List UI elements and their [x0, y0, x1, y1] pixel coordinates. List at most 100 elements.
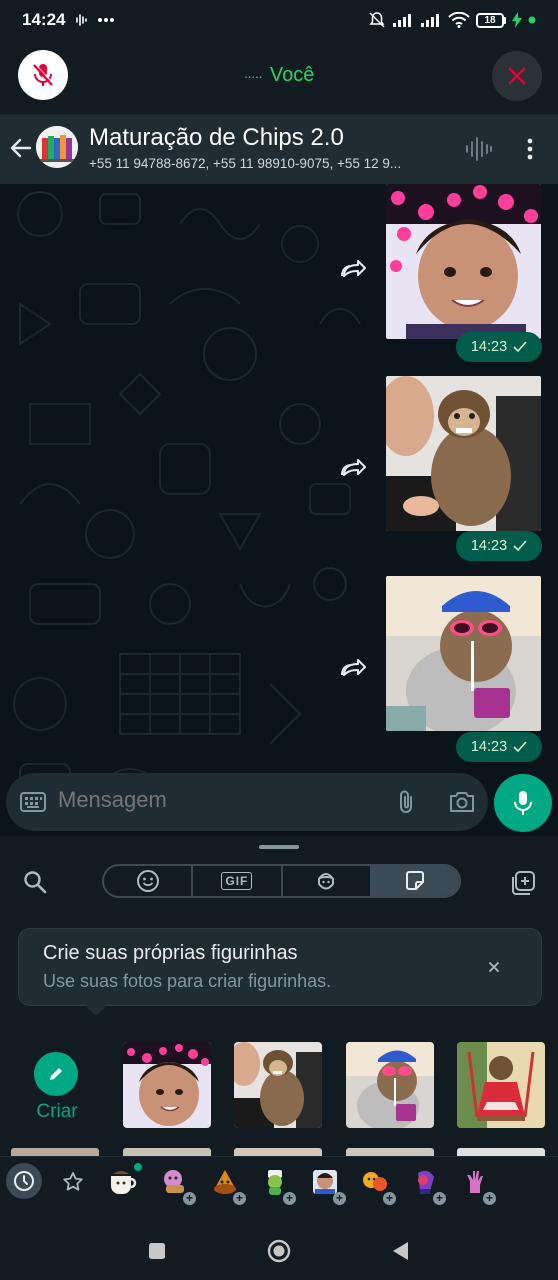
sticker-row2-item[interactable]	[457, 1148, 545, 1156]
group-members[interactable]: +55 11 94788-8672, +55 11 98910-9075, +5…	[89, 156, 449, 171]
message-time: 14:23	[470, 538, 508, 554]
sticker-message[interactable]	[386, 576, 541, 731]
girl-heart-crown-sticker	[386, 184, 541, 339]
sent-check-icon	[513, 741, 527, 753]
sent-check-icon	[513, 341, 527, 353]
message-composer	[6, 773, 488, 831]
tab-gif[interactable]: GIF	[193, 866, 283, 896]
sticker-pack-6[interactable]: +	[358, 1165, 396, 1205]
status-dot-icon	[528, 16, 536, 24]
paperclip-icon[interactable]	[394, 789, 418, 815]
close-icon	[507, 66, 527, 86]
charging-icon	[512, 12, 522, 28]
sticker-pack-4[interactable]: +	[258, 1165, 296, 1205]
recent-sticker[interactable]	[457, 1042, 545, 1128]
group-avatar[interactable]	[36, 126, 78, 168]
sticker-row2-item[interactable]	[123, 1148, 211, 1156]
battery-level: 18	[476, 12, 504, 28]
panel-tabs: GIF	[102, 864, 461, 898]
star-icon	[62, 1171, 84, 1193]
sticker-icon	[403, 869, 427, 893]
group-title[interactable]: Maturação de Chips 2.0	[89, 124, 344, 152]
ongoing-call-bar: ····· Você	[0, 40, 558, 114]
forward-icon[interactable]	[340, 457, 368, 479]
keyboard-icon[interactable]	[20, 792, 46, 812]
sticker-pack-5[interactable]: +	[308, 1165, 346, 1205]
add-pack-plus: +	[183, 1192, 196, 1205]
sticker-row2-item[interactable]	[346, 1148, 434, 1156]
add-pack-plus: +	[483, 1192, 496, 1205]
message-time: 14:23	[470, 739, 508, 755]
tip-pointer	[84, 1004, 108, 1016]
create-sticker-label[interactable]: Criar	[22, 1101, 92, 1123]
message-time-badge: 14:23	[456, 732, 542, 762]
recent-sticker[interactable]	[234, 1042, 322, 1128]
add-pack-plus: +	[283, 1192, 296, 1205]
add-pack-plus: +	[433, 1192, 446, 1205]
sticker-pack-7[interactable]: +	[408, 1165, 446, 1205]
battery-icon: 18	[476, 12, 506, 28]
system-navigation-bar	[0, 1220, 558, 1280]
voice-call-status-icon	[75, 13, 89, 27]
avatar-icon	[314, 869, 338, 893]
emoji-icon	[136, 869, 160, 893]
wifi-icon	[448, 12, 470, 28]
message-time-badge: 14:23	[456, 531, 542, 561]
tip-subtitle: Use suas fotos para criar figurinhas.	[43, 971, 332, 991]
message-time-badge: 14:23	[456, 332, 542, 362]
bell-off-icon	[368, 11, 386, 29]
add-sticker-pack-icon[interactable]	[510, 870, 538, 896]
more-notifications-icon	[97, 17, 115, 23]
recent-stickers-tab[interactable]	[6, 1163, 42, 1199]
back-arrow-icon[interactable]	[8, 135, 34, 161]
search-icon[interactable]	[22, 869, 48, 895]
favorites-tab[interactable]	[56, 1165, 90, 1199]
create-sticker-button[interactable]	[34, 1052, 78, 1096]
recent-apps-icon[interactable]	[144, 1238, 170, 1264]
close-icon[interactable]	[487, 960, 501, 974]
signal-1-icon	[392, 13, 414, 27]
more-options-icon[interactable]	[522, 136, 538, 162]
add-pack-plus: +	[333, 1192, 346, 1205]
tab-avatar[interactable]	[283, 866, 372, 896]
message-time: 14:23	[470, 339, 508, 355]
tab-emoji[interactable]	[104, 866, 194, 896]
monkey-held-sticker	[386, 376, 541, 531]
back-icon[interactable]	[388, 1238, 414, 1264]
recent-sticker[interactable]	[346, 1042, 434, 1128]
create-sticker-tip[interactable]: Crie suas próprias figurinhas Use suas f…	[18, 928, 542, 1006]
forward-icon[interactable]	[340, 657, 368, 679]
forward-icon[interactable]	[340, 258, 368, 280]
sticker-pack-3[interactable]: +	[208, 1165, 246, 1205]
home-icon[interactable]	[266, 1238, 292, 1264]
sticker-row2-item[interactable]	[234, 1148, 322, 1156]
voice-chat-icon[interactable]	[464, 136, 494, 162]
sent-check-icon	[513, 540, 527, 552]
tab-stickers[interactable]	[371, 866, 459, 896]
call-participant-label[interactable]: ····· Você	[0, 64, 558, 87]
gif-icon: GIF	[221, 872, 253, 890]
message-input[interactable]	[58, 787, 358, 813]
signal-2-icon	[420, 13, 442, 27]
chat-header: Maturação de Chips 2.0 +55 11 94788-8672…	[0, 114, 558, 184]
voice-message-button[interactable]	[494, 774, 552, 832]
sticker-pack-8[interactable]: +	[458, 1165, 496, 1205]
tip-title: Crie suas próprias figurinhas	[43, 942, 298, 964]
pencil-icon	[47, 1065, 65, 1083]
sticker-pack-2[interactable]: +	[158, 1165, 196, 1205]
camera-icon[interactable]	[448, 790, 476, 814]
sticker-message[interactable]	[386, 184, 541, 339]
sticker-pack-tray: + + + + + + +	[0, 1156, 558, 1210]
status-bar: 14:24 18	[0, 0, 558, 40]
sticker-message[interactable]	[386, 376, 541, 531]
end-call-button[interactable]	[492, 51, 542, 101]
call-audio-dots: ·····	[243, 67, 263, 84]
clock-icon	[13, 1170, 35, 1192]
panel-drag-handle[interactable]	[259, 845, 299, 849]
chat-area[interactable]: 14:23 14:23 14:23	[0, 184, 558, 836]
add-pack-plus: +	[233, 1192, 246, 1205]
sticker-pack-cup[interactable]	[106, 1163, 142, 1199]
monkey-sunglasses-juice-sticker	[386, 576, 541, 731]
recent-sticker[interactable]	[123, 1042, 211, 1128]
sticker-row2-item[interactable]	[11, 1148, 99, 1156]
